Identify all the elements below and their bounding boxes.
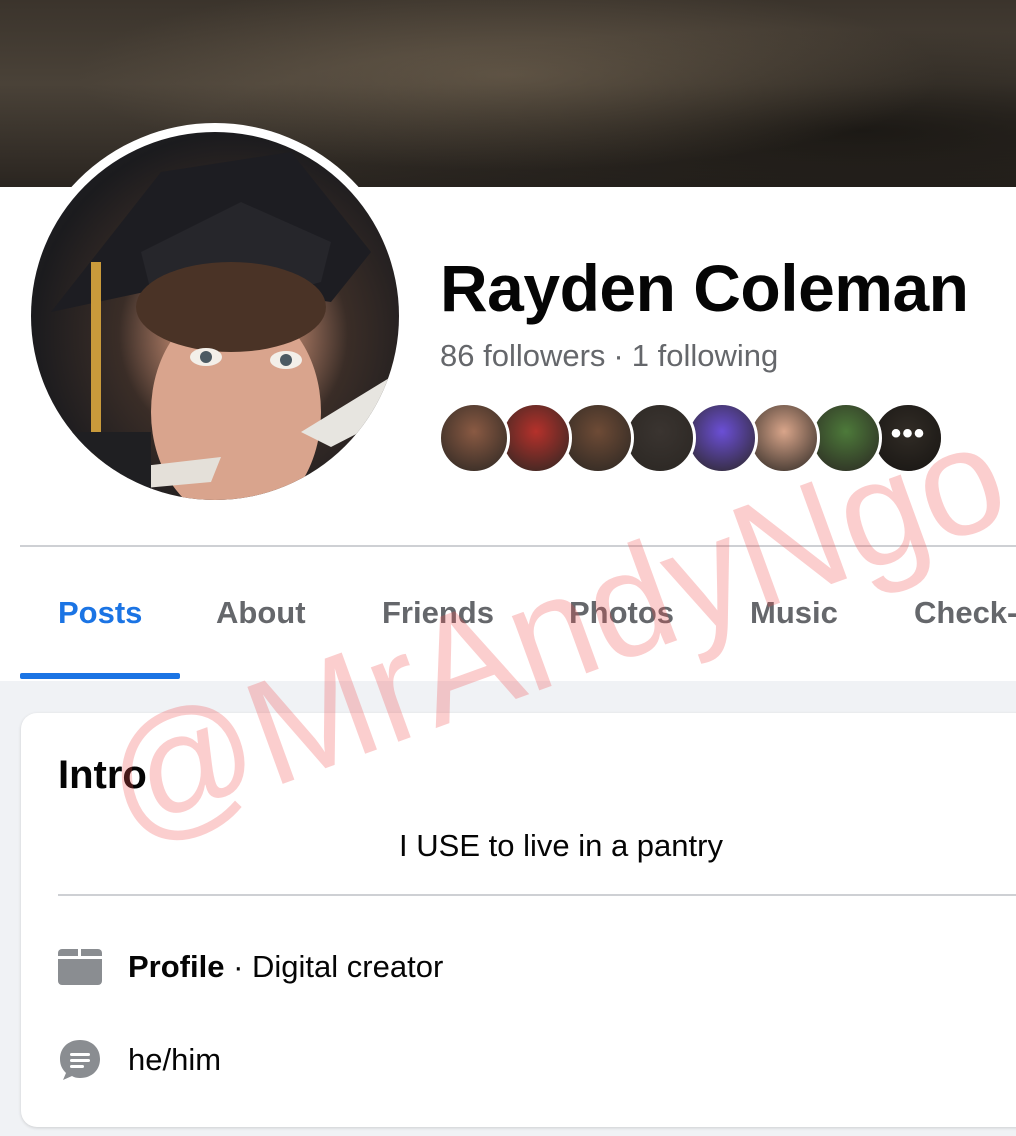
intro-card: Intro I USE to live in a pantry Profile … (21, 713, 1016, 1127)
active-tab-indicator (20, 673, 180, 679)
tab-music[interactable]: Music (750, 595, 838, 631)
profile-category-row: Profile · Digital creator (58, 945, 443, 989)
profile-name: Rayden Coleman (440, 251, 969, 325)
friend-avatar-5[interactable] (686, 402, 758, 474)
tab-posts[interactable]: Posts (58, 595, 142, 631)
followers-count[interactable]: 86 followers (440, 338, 605, 373)
profile-category: Digital creator (252, 949, 444, 984)
speech-bubble-icon (58, 1038, 102, 1082)
following-count[interactable]: 1 following (632, 338, 778, 373)
friend-avatar-2[interactable] (500, 402, 572, 474)
profile-label: Profile (128, 949, 225, 984)
intro-bio: I USE to live in a pantry (399, 828, 723, 863)
profile-avatar[interactable] (31, 132, 399, 500)
profile-separator: · (224, 949, 253, 984)
profile-tabs: Posts About Friends Photos Music Check- (20, 547, 1016, 679)
friend-avatar-1[interactable] (438, 402, 510, 474)
friend-avatars-row: ••• (438, 402, 958, 474)
friend-avatar-3[interactable] (562, 402, 634, 474)
profile-category-icon (58, 945, 102, 989)
friend-avatar-7[interactable] (810, 402, 882, 474)
more-friends-icon: ••• (890, 417, 926, 450)
stats-separator: · (613, 338, 624, 373)
profile-category-text: Profile · Digital creator (128, 949, 443, 985)
friend-avatar-6[interactable] (748, 402, 820, 474)
intro-title: Intro (58, 753, 147, 797)
tab-friends[interactable]: Friends (382, 595, 494, 631)
pronouns-row: he/him (58, 1038, 221, 1082)
tab-check-ins[interactable]: Check- (914, 595, 1016, 631)
pronouns-text: he/him (128, 1042, 222, 1077)
intro-divider (58, 894, 1016, 896)
friend-avatar-8[interactable]: ••• (872, 402, 944, 474)
tab-photos[interactable]: Photos (569, 595, 674, 631)
tab-about[interactable]: About (216, 595, 306, 631)
follow-stats: 86 followers · 1 following (440, 338, 778, 374)
friend-avatar-4[interactable] (624, 402, 696, 474)
